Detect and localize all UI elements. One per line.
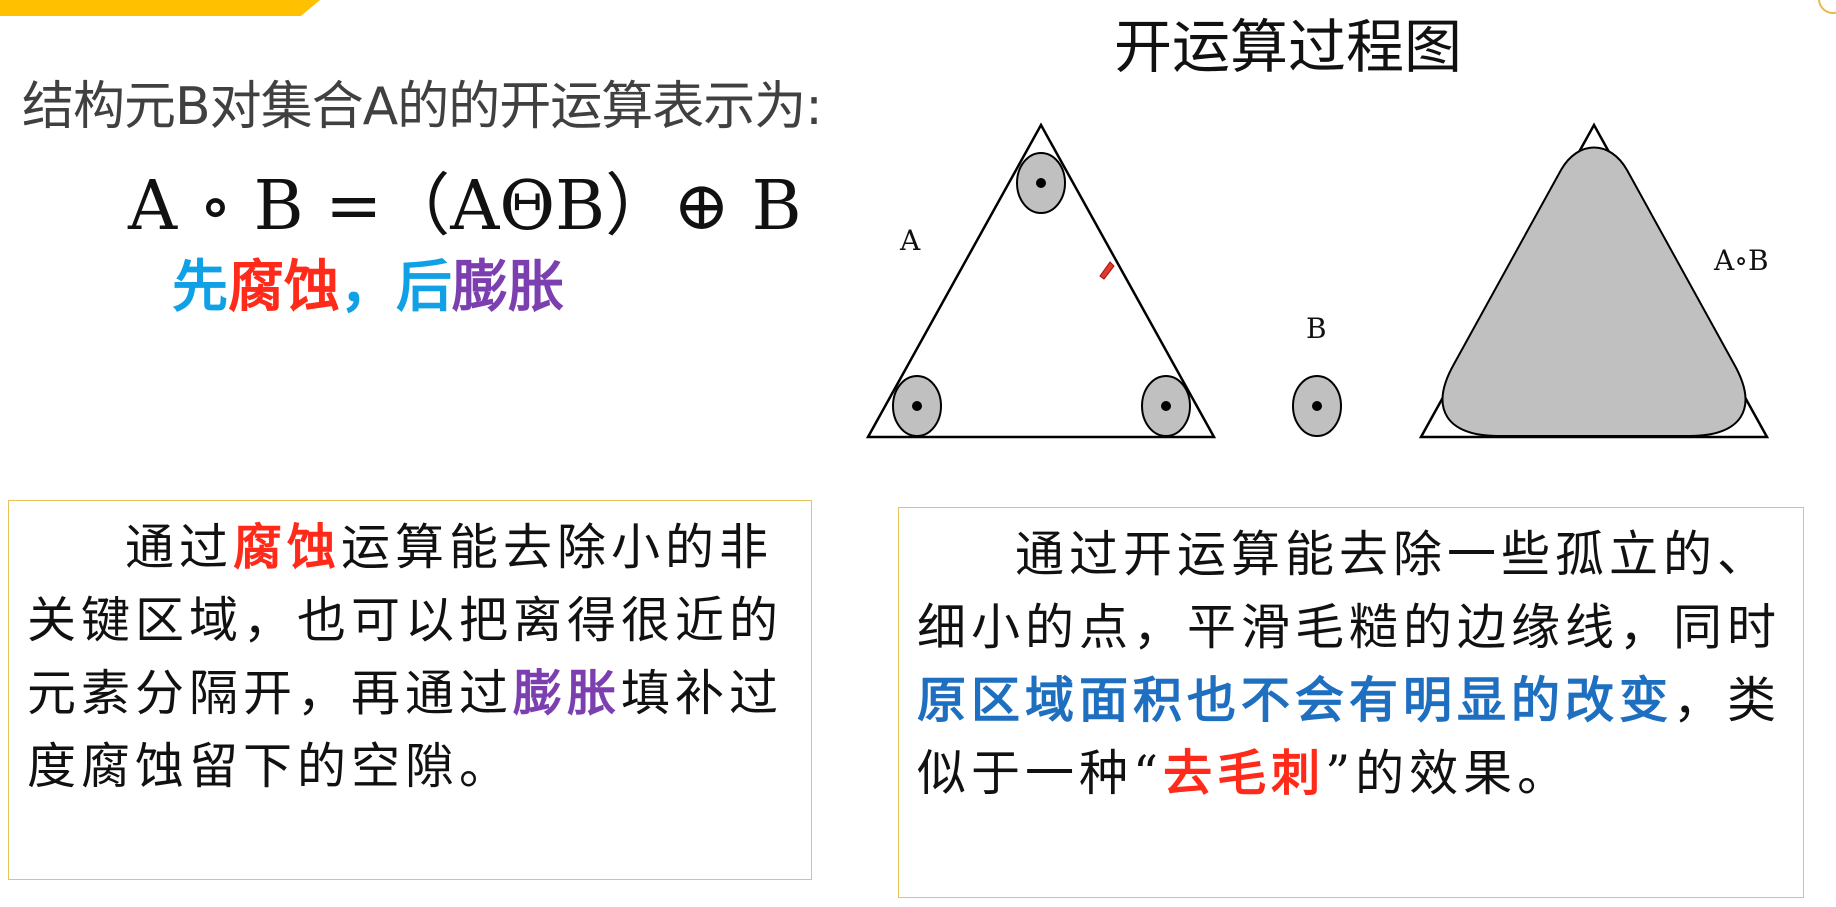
- left-text-1: 通过: [125, 519, 234, 576]
- element-bottom-right: [1141, 375, 1191, 437]
- erosion-explanation-text: 通过腐蚀运算能去除小的非关键区域，也可以把离得很近的元素分隔开，再通过膨胀填补过…: [27, 511, 795, 803]
- right-text-1: 通过开运算能去除一些孤立的、细小的点，平滑毛糙的边缘线，同时: [917, 526, 1782, 656]
- element-top: [1016, 152, 1066, 214]
- left-highlight-erode: 腐蚀: [233, 518, 342, 576]
- label-a: A: [899, 224, 921, 257]
- erosion-explanation-box: 通过腐蚀运算能去除小的非关键区域，也可以把离得很近的元素分隔开，再通过膨胀填补过…: [8, 500, 812, 880]
- opening-explanation-box: 通过开运算能去除一些孤立的、细小的点，平滑毛糙的边缘线，同时原区域面积也不会有明…: [898, 507, 1804, 898]
- label-b: B: [1306, 312, 1327, 345]
- result-opened-region: [1441, 146, 1747, 437]
- right-highlight-deburr: 去毛刺: [1163, 744, 1326, 802]
- right-text-3: ”的效果。: [1325, 745, 1572, 802]
- element-bottom-left: [892, 375, 942, 437]
- label-result: A∘B: [1713, 244, 1769, 277]
- structuring-element-b: [1292, 375, 1342, 437]
- left-highlight-dilate: 膨胀: [513, 664, 622, 722]
- right-highlight-area: 原区域面积也不会有明显的改变: [917, 671, 1674, 729]
- pen-cursor-icon: [1099, 261, 1115, 280]
- opening-explanation-text: 通过开运算能去除一些孤立的、细小的点，平滑毛糙的边缘线，同时原区域面积也不会有明…: [917, 518, 1783, 810]
